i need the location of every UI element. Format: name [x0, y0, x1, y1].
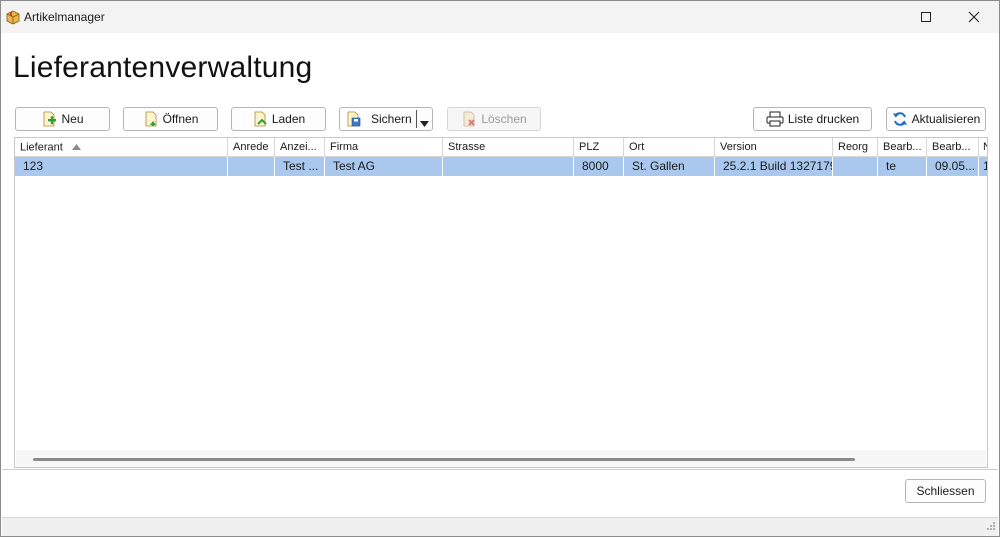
- column-header-bearb-2[interactable]: Bearb...: [927, 138, 979, 157]
- column-header-n[interactable]: N: [979, 138, 987, 157]
- package-icon: [5, 9, 21, 25]
- horizontal-scrollbar[interactable]: [16, 450, 986, 467]
- close-icon: [968, 11, 980, 23]
- scrollbar-thumb[interactable]: [33, 458, 855, 461]
- table-row[interactable]: 123 Test ... Test AG 8000 St. Gallen 25.…: [15, 157, 987, 176]
- liste-drucken-label: Liste drucken: [787, 112, 860, 126]
- cell-bearb-1: te: [878, 157, 927, 176]
- aktualisieren-button[interactable]: Aktualisieren: [886, 107, 986, 131]
- page-title: Lieferantenverwaltung: [13, 51, 313, 84]
- oeffnen-button[interactable]: Öffnen: [123, 107, 218, 131]
- chevron-down-icon: [420, 121, 429, 127]
- maximize-button[interactable]: [903, 1, 949, 33]
- sort-ascending-icon: [71, 138, 81, 157]
- cell-ort: St. Gallen: [624, 157, 715, 176]
- sichern-split-button[interactable]: Sichern: [339, 107, 433, 131]
- neu-label: Neu: [61, 112, 84, 126]
- schliessen-label: Schliessen: [916, 484, 975, 498]
- loeschen-label: Löschen: [481, 112, 527, 126]
- sichern-label: Sichern: [371, 112, 412, 126]
- column-header-lieferant[interactable]: Lieferant: [15, 138, 228, 157]
- printer-icon: [766, 111, 784, 127]
- liste-drucken-button[interactable]: Liste drucken: [753, 107, 872, 131]
- column-header-ort[interactable]: Ort: [624, 138, 715, 157]
- load-document-icon: [254, 111, 267, 127]
- cell-version: 25.2.1 Build 1327179: [715, 157, 833, 176]
- app-window: Artikelmanager Lieferantenverwaltung Neu…: [0, 0, 1000, 537]
- cell-firma: Test AG: [325, 157, 443, 176]
- cell-plz: 8000: [574, 157, 624, 176]
- column-header-bearb-1[interactable]: Bearb...: [878, 138, 927, 157]
- oeffnen-label: Öffnen: [162, 112, 199, 126]
- grid-header: Lieferant Anrede Anzei... Firma Strasse …: [15, 138, 987, 157]
- neu-button[interactable]: Neu: [15, 107, 110, 131]
- laden-button[interactable]: Laden: [231, 107, 326, 131]
- save-icon: [347, 111, 361, 127]
- schliessen-button[interactable]: Schliessen: [905, 479, 986, 503]
- cell-anzeige: Test ...: [275, 157, 325, 176]
- new-document-icon: [44, 111, 57, 127]
- close-button[interactable]: [951, 1, 997, 33]
- column-header-label: Lieferant: [20, 141, 63, 154]
- title-bar[interactable]: Artikelmanager: [1, 1, 999, 33]
- cell-anrede: [228, 157, 275, 176]
- split-separator: [416, 110, 417, 128]
- cell-n: 1: [979, 157, 987, 176]
- laden-label: Laden: [271, 112, 306, 126]
- lieferanten-grid[interactable]: Lieferant Anrede Anzei... Firma Strasse …: [14, 137, 988, 468]
- column-header-strasse[interactable]: Strasse: [443, 138, 574, 157]
- column-header-plz[interactable]: PLZ: [574, 138, 624, 157]
- column-header-anzeige[interactable]: Anzei...: [275, 138, 325, 157]
- refresh-icon: [892, 112, 907, 126]
- sichern-dropdown-arrow[interactable]: [420, 116, 429, 130]
- open-document-icon: [145, 111, 156, 127]
- aktualisieren-label: Aktualisieren: [911, 112, 981, 126]
- footer-divider: [2, 469, 998, 470]
- cell-reorg: [833, 157, 878, 176]
- column-header-anrede[interactable]: Anrede: [228, 138, 275, 157]
- column-header-reorg[interactable]: Reorg: [833, 138, 878, 157]
- window-title: Artikelmanager: [24, 10, 105, 24]
- delete-document-icon: [463, 111, 476, 127]
- maximize-icon: [921, 12, 931, 22]
- column-header-version[interactable]: Version: [715, 138, 833, 157]
- loeschen-button[interactable]: Löschen: [447, 107, 541, 131]
- cell-strasse: [443, 157, 574, 176]
- cell-bearb-2: 09.05...: [927, 157, 979, 176]
- resize-grip-icon[interactable]: [986, 520, 996, 534]
- column-header-firma[interactable]: Firma: [325, 138, 443, 157]
- cell-lieferant: 123: [15, 157, 228, 176]
- status-bar: [2, 517, 998, 536]
